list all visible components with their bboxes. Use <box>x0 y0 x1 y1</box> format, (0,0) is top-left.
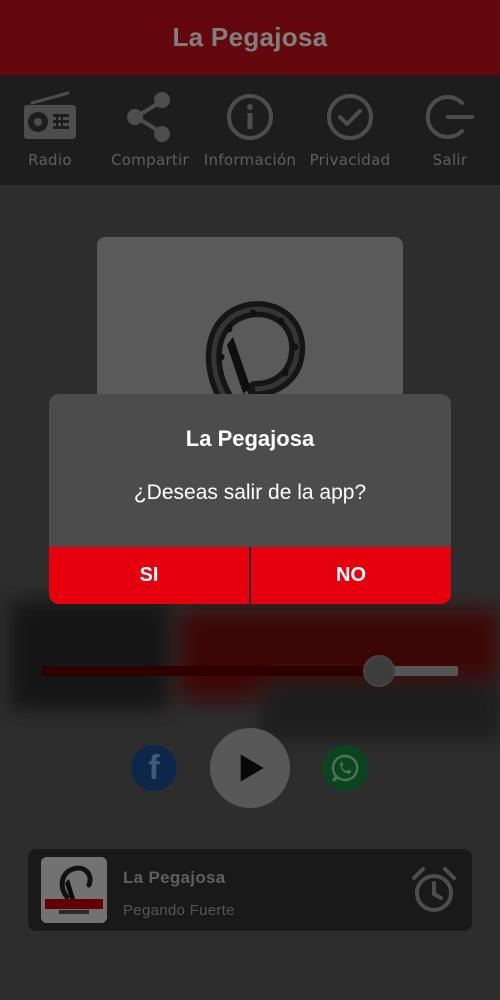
no-button[interactable]: NO <box>251 547 451 604</box>
yes-button[interactable]: SI <box>49 547 249 604</box>
dialog-buttons: SI NO <box>49 547 451 604</box>
exit-confirm-dialog: La Pegajosa ¿Deseas salir de la app? SI … <box>49 394 451 604</box>
dialog-title: La Pegajosa <box>185 426 315 451</box>
app-screen: La Pegajosa Radio <box>0 0 500 1000</box>
dialog-message: ¿Deseas salir de la app? <box>133 481 367 504</box>
